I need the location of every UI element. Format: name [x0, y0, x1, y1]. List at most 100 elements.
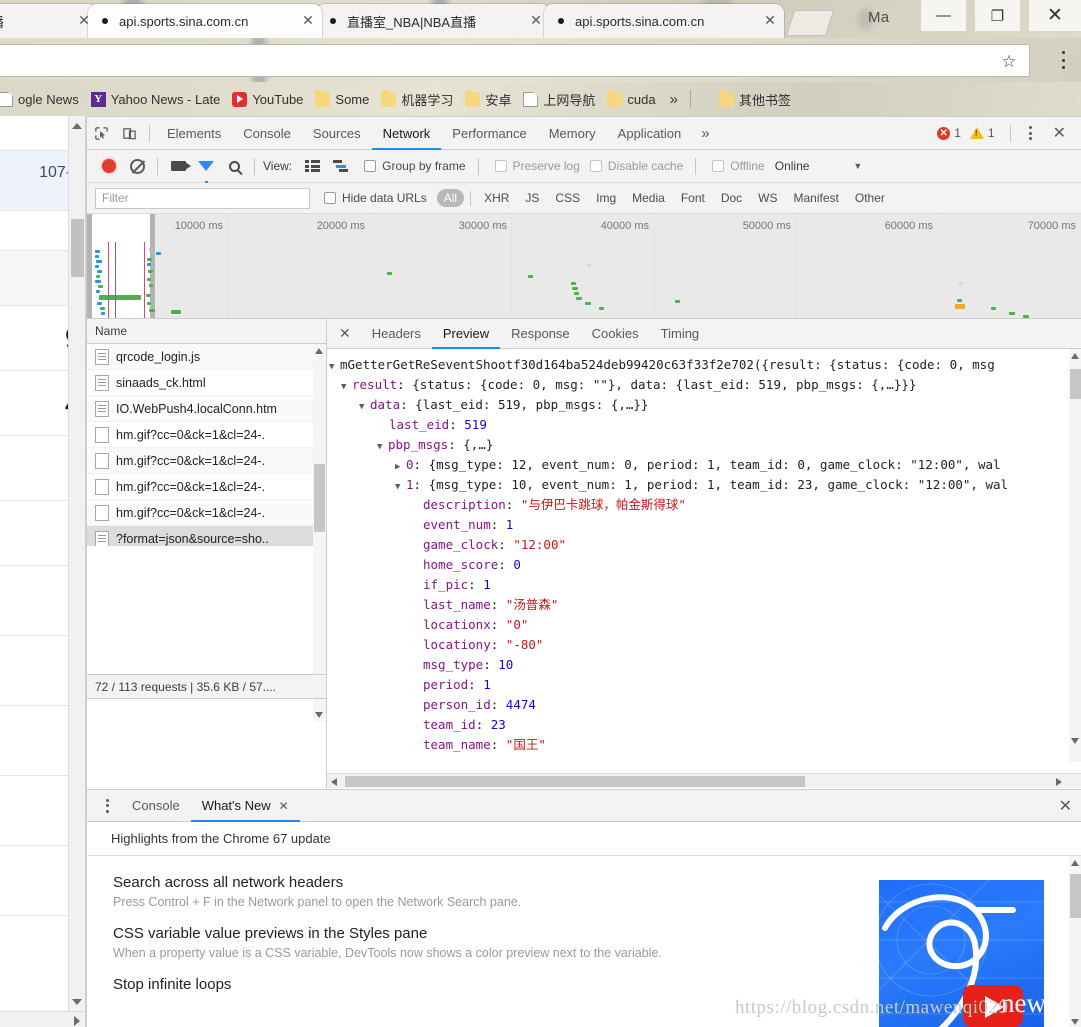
- bookmarks-overflow-button[interactable]: »: [662, 91, 686, 108]
- type-filter-other[interactable]: Other: [848, 189, 892, 207]
- devtools-tab-memory[interactable]: Memory: [538, 117, 607, 150]
- json-row[interactable]: home_score: 0: [327, 555, 1081, 575]
- search-icon[interactable]: [220, 152, 248, 180]
- devtools-close-icon[interactable]: ✕: [1045, 123, 1074, 143]
- chevron-down-icon[interactable]: ▼: [853, 161, 862, 171]
- type-filter-all[interactable]: All: [436, 189, 465, 207]
- scroll-right-arrow-icon[interactable]: [1056, 778, 1062, 786]
- other-bookmarks-button[interactable]: 其他书签: [713, 87, 797, 111]
- json-row[interactable]: description: "与伊巴卡跳球，帕金斯得球": [327, 495, 1081, 515]
- detail-tab-timing[interactable]: Timing: [650, 319, 711, 349]
- type-filter-xhr[interactable]: XHR: [477, 189, 516, 207]
- scroll-down-arrow-icon[interactable]: [1071, 738, 1079, 744]
- hide-data-urls-checkbox[interactable]: Hide data URLs: [324, 191, 427, 205]
- preview-horizontal-scrollbar[interactable]: [327, 773, 1081, 788]
- json-row[interactable]: person_id: 4474: [327, 695, 1081, 715]
- type-filter-font[interactable]: Font: [674, 189, 712, 207]
- type-filter-doc[interactable]: Doc: [714, 189, 749, 207]
- json-row[interactable]: last_eid: 519: [327, 415, 1081, 435]
- drawer-tab-whats-new[interactable]: What's New ✕: [191, 790, 300, 822]
- json-row[interactable]: ▼ data: {last_eid: 519, pbp_msgs: {,…}}: [327, 395, 1081, 415]
- json-row[interactable]: ▼ pbp_msgs: {,…}: [327, 435, 1081, 455]
- request-list[interactable]: qrcode_login.js sinaads_ck.html IO.WebPu…: [87, 344, 326, 546]
- scroll-left-arrow-icon[interactable]: [331, 778, 337, 786]
- offline-checkbox[interactable]: Offline: [712, 159, 765, 173]
- tab-close-button[interactable]: ✕: [760, 11, 780, 31]
- json-row[interactable]: team_id: 23: [327, 715, 1081, 735]
- devtools-tab-network[interactable]: Network: [372, 117, 442, 150]
- json-row[interactable]: locationy: "-80": [327, 635, 1081, 655]
- json-row[interactable]: ▼ mGetterGetReSeventShootf30d164ba524deb9…: [327, 355, 1081, 375]
- request-list-scrollbar[interactable]: [313, 344, 326, 722]
- devtools-tab-elements[interactable]: Elements: [156, 117, 232, 150]
- error-badge[interactable]: ✕ 1: [937, 126, 961, 140]
- json-row[interactable]: team_name: "国王": [327, 735, 1081, 755]
- type-filter-img[interactable]: Img: [589, 189, 623, 207]
- scroll-up-arrow-icon[interactable]: [72, 123, 82, 129]
- checkbox-box[interactable]: [712, 160, 725, 172]
- detail-tab-preview[interactable]: Preview: [432, 319, 500, 349]
- throttling-dropdown[interactable]: Online ▼: [775, 159, 863, 173]
- expand-triangle-icon[interactable]: ▶: [395, 457, 406, 477]
- bookmark-item[interactable]: Y Yahoo News - Late: [85, 87, 227, 111]
- tab-close-button[interactable]: ✕: [298, 11, 318, 31]
- whats-new-scrollbar[interactable]: [1069, 856, 1081, 1027]
- chrome-menu-button[interactable]: [1053, 49, 1073, 71]
- json-row[interactable]: period: 1: [327, 675, 1081, 695]
- clear-button[interactable]: [123, 152, 151, 180]
- expand-triangle-icon[interactable]: ▼: [359, 397, 370, 417]
- devtools-tab-performance[interactable]: Performance: [441, 117, 537, 150]
- devtools-tab-application[interactable]: Application: [607, 117, 693, 150]
- expand-triangle-icon[interactable]: ▼: [329, 357, 340, 377]
- json-row[interactable]: ▼ result: {status: {code: 0, msg: ""}, da…: [327, 375, 1081, 395]
- page-vertical-scrollbar[interactable]: [68, 116, 85, 1027]
- expand-triangle-icon[interactable]: ▼: [377, 437, 388, 457]
- json-row[interactable]: msg_type: 10: [327, 655, 1081, 675]
- warning-badge[interactable]: 1: [969, 126, 995, 140]
- bookmark-item[interactable]: cuda: [601, 87, 661, 111]
- request-column-header[interactable]: Name: [87, 319, 326, 344]
- checkbox-box[interactable]: [589, 160, 602, 172]
- minimize-button[interactable]: —: [921, 0, 966, 31]
- scrollbar-thumb[interactable]: [1070, 874, 1081, 918]
- json-row[interactable]: locationx: "0": [327, 615, 1081, 635]
- more-panels-button[interactable]: »: [692, 125, 718, 142]
- devtools-more-options-icon[interactable]: [1023, 124, 1039, 142]
- table-row[interactable]: hm.gif?cc=0&ck=1&cl=24-.: [87, 448, 326, 474]
- record-button[interactable]: [95, 152, 123, 180]
- browser-tab[interactable]: 直播室_NBA|NBA直播 ✕: [316, 4, 550, 38]
- detail-tab-response[interactable]: Response: [500, 319, 581, 349]
- group-by-frame-checkbox[interactable]: Group by frame: [364, 159, 466, 173]
- scroll-up-arrow-icon[interactable]: [315, 348, 323, 354]
- expand-triangle-icon[interactable]: ▼: [395, 477, 406, 497]
- inspect-element-icon[interactable]: [87, 119, 115, 147]
- bookmark-item[interactable]: Some: [309, 87, 375, 111]
- chrome-devtools-video-thumbnail[interactable]: new: [879, 880, 1044, 1027]
- type-filter-css[interactable]: CSS: [548, 189, 587, 207]
- scrollbar-thumb[interactable]: [345, 776, 805, 787]
- bookmark-star-icon[interactable]: ☆: [999, 52, 1019, 72]
- json-row[interactable]: last_name: "汤普森": [327, 595, 1081, 615]
- table-row[interactable]: hm.gif?cc=0&ck=1&cl=24-.: [87, 500, 326, 526]
- bookmark-item[interactable]: YouTube: [226, 87, 309, 111]
- table-row[interactable]: qrcode_login.js: [87, 344, 326, 370]
- close-window-button[interactable]: ✕: [1029, 0, 1081, 31]
- drawer-more-options-icon[interactable]: [99, 797, 115, 815]
- maximize-button[interactable]: ❐: [975, 0, 1020, 31]
- filter-icon[interactable]: [192, 152, 220, 186]
- list-view-icon[interactable]: [298, 152, 326, 180]
- json-row[interactable]: ▼ 1: {msg_type: 10, event_num: 1, period:…: [327, 475, 1081, 495]
- page-horizontal-scrollbar[interactable]: [0, 1011, 85, 1027]
- expand-triangle-icon[interactable]: ▼: [341, 377, 352, 397]
- scroll-up-arrow-icon[interactable]: [1071, 860, 1079, 866]
- browser-tab[interactable]: NBA直播 ✕: [0, 4, 98, 38]
- type-filter-ws[interactable]: WS: [751, 189, 784, 207]
- scroll-down-arrow-icon[interactable]: [1071, 1019, 1079, 1025]
- preview-vertical-scrollbar[interactable]: [1069, 349, 1081, 762]
- bookmark-item[interactable]: 安卓: [459, 87, 517, 111]
- json-row[interactable]: if_pic: 1: [327, 575, 1081, 595]
- filter-input[interactable]: Filter: [95, 187, 310, 209]
- checkbox-box[interactable]: [324, 192, 336, 204]
- device-toolbar-icon[interactable]: [115, 119, 143, 147]
- detail-tab-cookies[interactable]: Cookies: [581, 319, 650, 349]
